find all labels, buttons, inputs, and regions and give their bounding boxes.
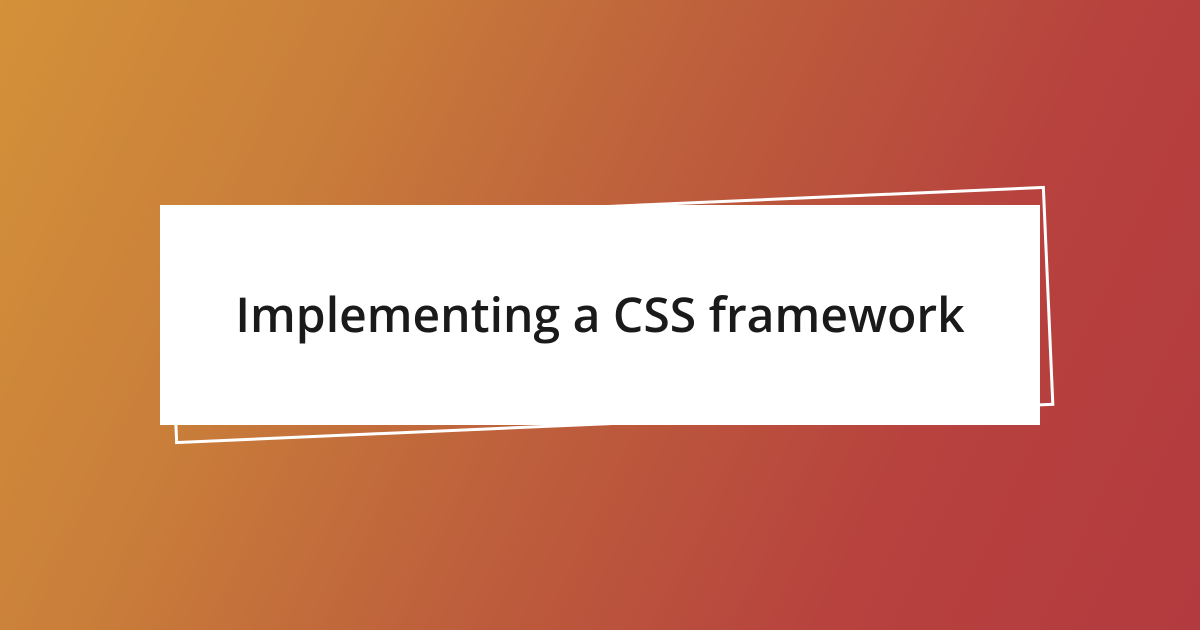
title-card-wrapper: Implementing a CSS framework xyxy=(160,205,1040,425)
title-card: Implementing a CSS framework xyxy=(160,205,1040,425)
card-title: Implementing a CSS framework xyxy=(175,285,1024,345)
